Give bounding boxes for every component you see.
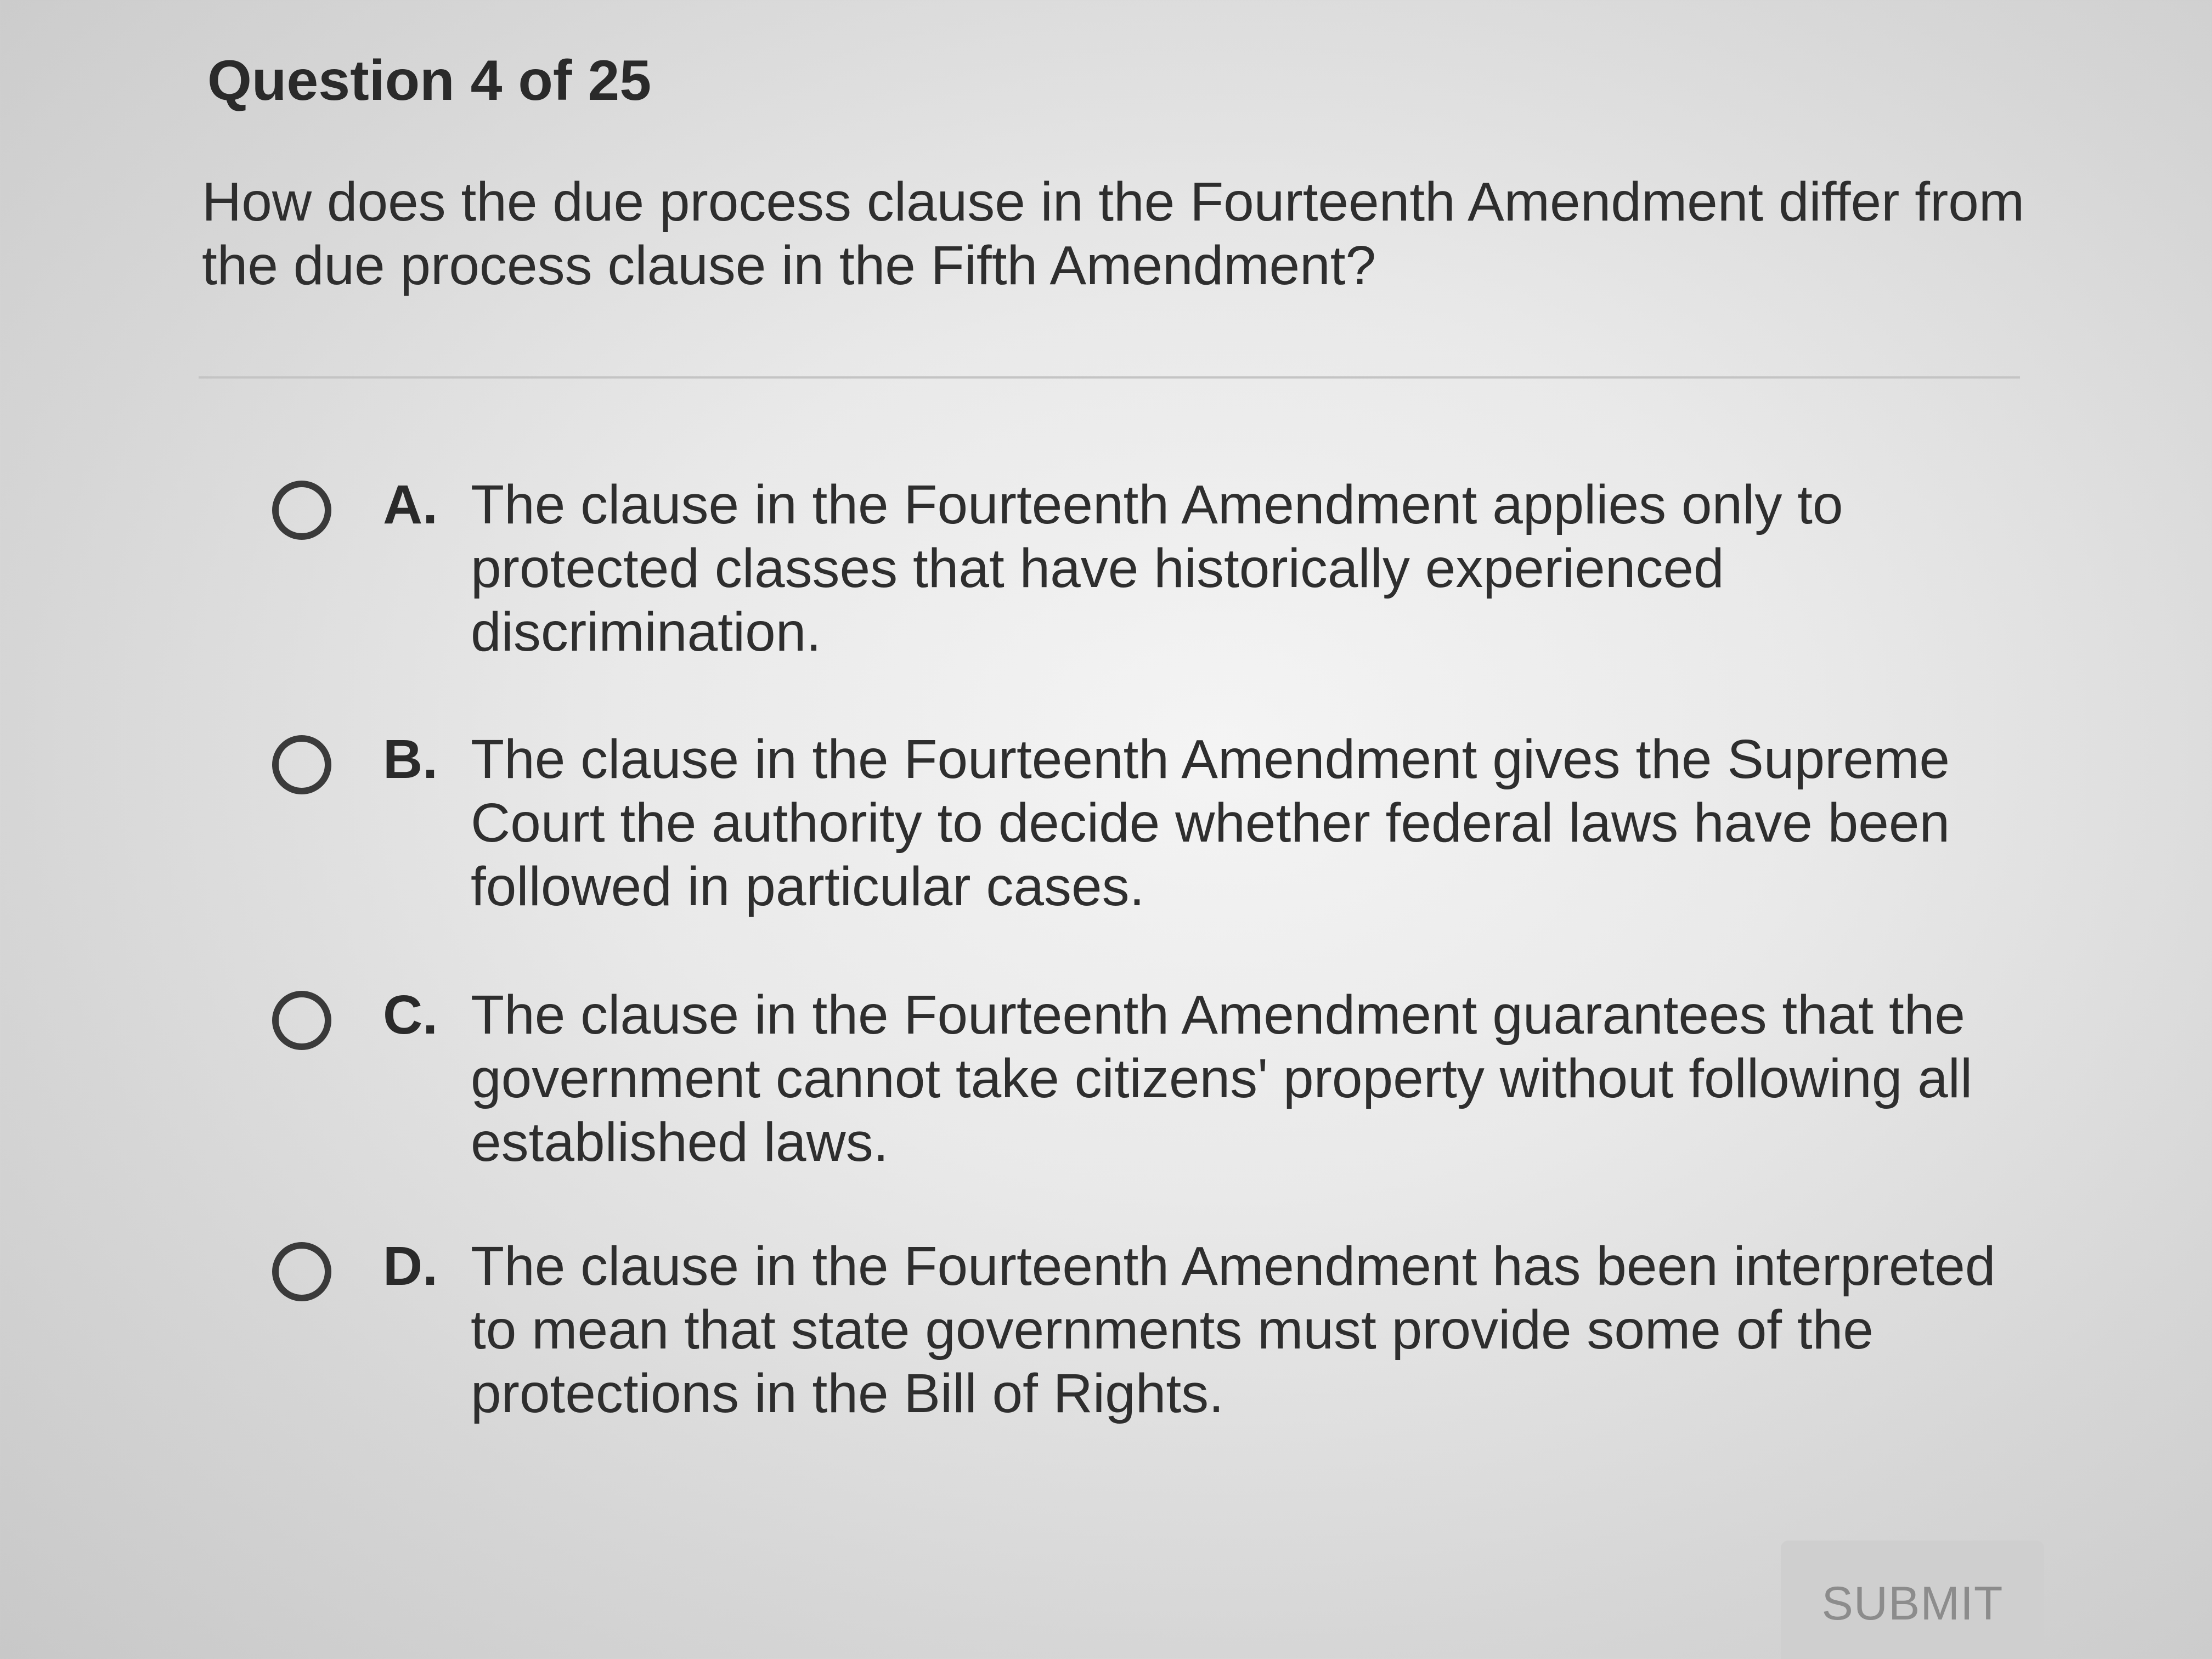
option-letter-a: A. — [383, 474, 438, 535]
radio-button-b[interactable] — [272, 735, 331, 794]
radio-button-c[interactable] — [272, 991, 331, 1050]
quiz-page: Question 4 of 25 How does the due proces… — [0, 0, 2212, 1659]
option-letter-d: D. — [383, 1235, 438, 1297]
question-prompt: How does the due process clause in the F… — [202, 171, 2025, 296]
submit-button[interactable]: SUBMIT — [1781, 1541, 2044, 1659]
option-text-b[interactable]: The clause in the Fourteenth Amendment g… — [471, 727, 2028, 918]
question-counter: Question 4 of 25 — [207, 49, 652, 112]
divider — [199, 376, 2020, 379]
option-text-c[interactable]: The clause in the Fourteenth Amendment g… — [471, 983, 2028, 1174]
option-letter-b: B. — [383, 729, 438, 790]
option-text-d[interactable]: The clause in the Fourteenth Amendment h… — [471, 1234, 2028, 1425]
radio-button-a[interactable] — [272, 481, 331, 540]
option-text-a[interactable]: The clause in the Fourteenth Amendment a… — [471, 473, 2028, 664]
answer-option-a[interactable]: A. The clause in the Fourteenth Amendmen… — [272, 473, 2028, 664]
option-letter-c: C. — [383, 984, 438, 1046]
answer-option-b[interactable]: B. The clause in the Fourteenth Amendmen… — [272, 727, 2028, 918]
answer-option-c[interactable]: C. The clause in the Fourteenth Amendmen… — [272, 983, 2028, 1174]
radio-button-d[interactable] — [272, 1242, 331, 1301]
answer-option-d[interactable]: D. The clause in the Fourteenth Amendmen… — [272, 1234, 2028, 1425]
